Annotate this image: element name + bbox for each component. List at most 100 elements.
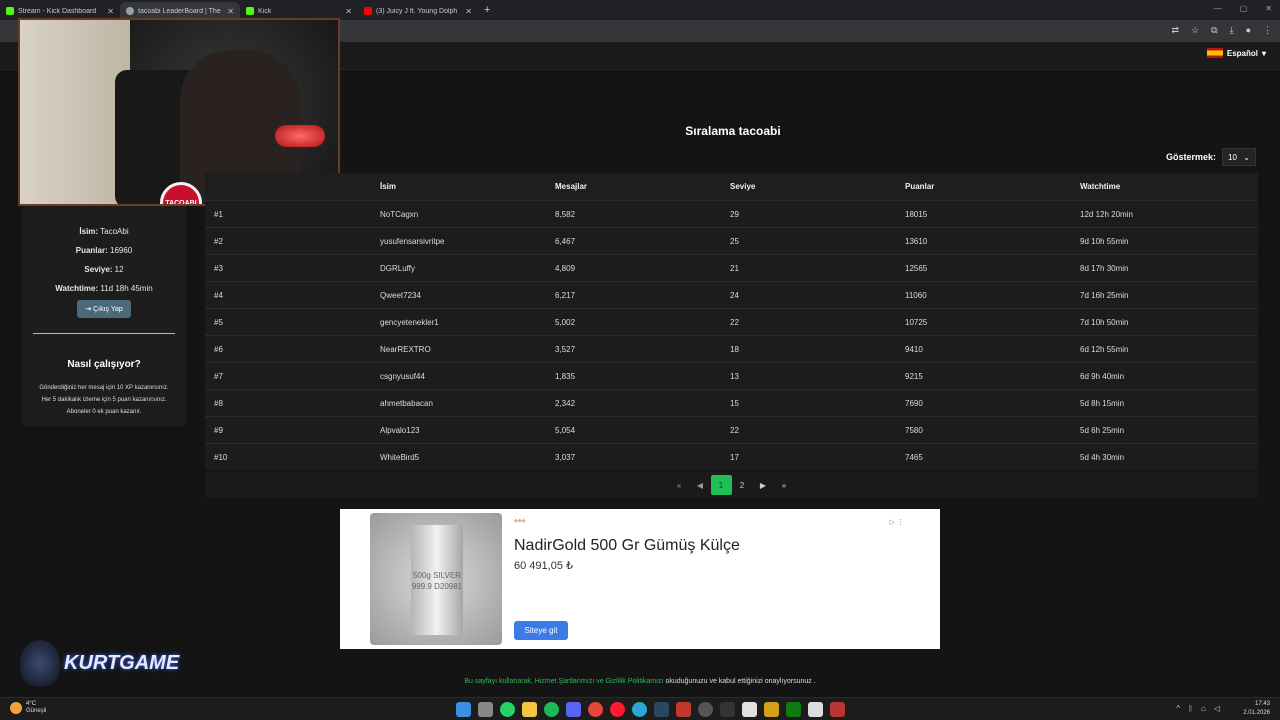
table-cell: 9d 10h 55min: [1080, 236, 1129, 246]
menu-dots-icon[interactable]: ⋮: [897, 519, 904, 526]
table-cell: 7580: [905, 425, 923, 435]
clock[interactable]: 17:43 2.01.2026: [1243, 700, 1270, 718]
minimize-icon[interactable]: —: [1214, 4, 1222, 13]
table-cell: 7690: [905, 398, 923, 408]
ad-options[interactable]: ▷ ⋮: [890, 518, 904, 526]
new-tab-icon[interactable]: +: [484, 4, 490, 16]
table-cell: 11060: [905, 290, 927, 300]
app-icon[interactable]: [742, 702, 757, 717]
menu-dots-icon[interactable]: ⋮: [1263, 25, 1272, 36]
table-cell: csgnyusuf44: [380, 371, 425, 381]
volume-icon[interactable]: ◁: [1214, 704, 1220, 713]
column-header: Seviye: [730, 182, 756, 191]
advertisement[interactable]: 500g SILVER 999.9 D20981 ◆◆◆ ▷ ⋮ NadirGo…: [340, 509, 940, 649]
last-page-icon[interactable]: »: [774, 475, 795, 495]
ad-cta-button[interactable]: Siteye git: [514, 621, 568, 640]
weather-widget[interactable]: 4°C Güneşli: [10, 701, 46, 715]
xbox-icon[interactable]: [786, 702, 801, 717]
bookmark-star-icon[interactable]: ☆: [1191, 25, 1199, 36]
page-button-current[interactable]: 1: [710, 475, 732, 495]
table-cell: 8,582: [555, 209, 576, 219]
first-page-icon[interactable]: «: [669, 475, 690, 495]
ad-brand-logo: ◆◆◆: [514, 518, 526, 524]
column-header: Puanlar: [905, 182, 935, 191]
ad-info-icon[interactable]: ▷: [890, 519, 895, 526]
table-cell: 5,002: [555, 317, 576, 327]
app-icon[interactable]: [764, 702, 779, 717]
download-icon[interactable]: ⤓: [1230, 25, 1234, 36]
edge-icon[interactable]: [632, 702, 647, 717]
table-cell: 18: [730, 344, 739, 354]
table-cell: #2: [214, 236, 223, 246]
opera-icon[interactable]: [610, 702, 625, 717]
discord-icon[interactable]: [566, 702, 581, 717]
neon-light: [275, 125, 325, 147]
table-cell: #5: [214, 317, 223, 327]
table-cell: 13: [730, 371, 739, 381]
table-cell: NoTCagxn: [380, 209, 419, 219]
browser-tab[interactable]: (3) Juicy J ft. Young Dolph ✕: [358, 2, 478, 20]
close-window-icon[interactable]: ✕: [1265, 4, 1272, 13]
table-cell: #8: [214, 398, 223, 408]
app-icon[interactable]: [808, 702, 823, 717]
app-icon[interactable]: [830, 702, 845, 717]
ad-product-image[interactable]: 500g SILVER 999.9 D20981: [370, 513, 502, 645]
webcam-background: [20, 20, 130, 204]
prev-page-icon[interactable]: ◀: [690, 475, 711, 495]
table-cell: Alpvalo123: [380, 425, 420, 435]
table-cell: 4,809: [555, 263, 576, 273]
spain-flag-icon: [1206, 48, 1223, 58]
taskview-icon[interactable]: [478, 702, 493, 717]
table-cell: 22: [730, 317, 739, 327]
explorer-icon[interactable]: [522, 702, 537, 717]
chrome-icon[interactable]: [588, 702, 603, 717]
next-page-icon[interactable]: ▶: [753, 475, 774, 495]
close-tab-icon[interactable]: ✕: [107, 7, 114, 16]
chevron-up-icon[interactable]: ^: [1176, 704, 1180, 713]
app-icon[interactable]: [676, 702, 691, 717]
table-cell: 9410: [905, 344, 923, 354]
logout-button[interactable]: ⇥ Çıkış Yap: [77, 300, 131, 318]
table-cell: 7465: [905, 452, 923, 462]
table-cell: 6,467: [555, 236, 576, 246]
table-cell: 6,217: [555, 290, 576, 300]
page-size-select[interactable]: 10 ⌄: [1222, 148, 1256, 166]
whatsapp-icon[interactable]: [500, 702, 515, 717]
language-selector[interactable]: Español ▾: [1206, 48, 1266, 58]
table-cell: 22: [730, 425, 739, 435]
spotify-icon[interactable]: [544, 702, 559, 717]
ad-price: 60 491,05 ₺: [514, 560, 573, 572]
table-cell: 9215: [905, 371, 923, 381]
app-icon[interactable]: [698, 702, 713, 717]
translate-icon[interactable]: ⇄: [1172, 25, 1180, 36]
page-button[interactable]: 2: [732, 475, 753, 495]
profile-card: İsim: TacoAbi Puanlar: 16960 Seviye: 12 …: [22, 200, 186, 426]
table-cell: 2,342: [555, 398, 576, 408]
kick-favicon-icon: [6, 7, 14, 15]
close-tab-icon[interactable]: ✕: [345, 7, 352, 16]
terms-link[interactable]: Hizmet Şartlarımızı ve Gizlilik Politika…: [535, 678, 664, 685]
table-cell: 3,527: [555, 344, 576, 354]
how-it-works-title: Nasıl çalışıyor?: [67, 359, 141, 370]
maximize-icon[interactable]: ▢: [1240, 4, 1248, 13]
network-icon[interactable]: ⌂: [1201, 704, 1206, 713]
browser-tabbar: Stream - Kick Dashboard ✕ tacoabi Leader…: [0, 0, 1280, 20]
close-tab-icon[interactable]: ✕: [227, 7, 234, 16]
table-cell: 5d 6h 25min: [1080, 425, 1125, 435]
footer: Bu sayfayı kullanarak, Hizmet Şartlarımı…: [464, 678, 816, 685]
taskbar: 4°C Güneşli ^ ᛒ ⌂ ◁ 17:43 2.01.2026: [0, 697, 1280, 720]
profile-name: İsim: TacoAbi: [79, 227, 129, 236]
table-cell: 12d 12h 20min: [1080, 209, 1133, 219]
ad-title[interactable]: NadirGold 500 Gr Gümüş Külçe: [514, 537, 740, 555]
app-icon[interactable]: [720, 702, 735, 717]
start-icon[interactable]: [456, 702, 471, 717]
steam-icon[interactable]: [654, 702, 669, 717]
profile-watchtime: Watchtime: 11d 18h 45min: [55, 284, 153, 293]
extensions-icon[interactable]: ⧉: [1211, 25, 1217, 36]
bluetooth-icon[interactable]: ᛒ: [1188, 704, 1193, 713]
table-row: #10 WhiteBird5 3,037 17 7465 5d 4h 30min: [205, 443, 1258, 470]
profile-icon[interactable]: ●: [1246, 25, 1251, 36]
close-tab-icon[interactable]: ✕: [465, 7, 472, 16]
kick-favicon-icon: [246, 7, 254, 15]
table-cell: 7d 16h 25min: [1080, 290, 1129, 300]
